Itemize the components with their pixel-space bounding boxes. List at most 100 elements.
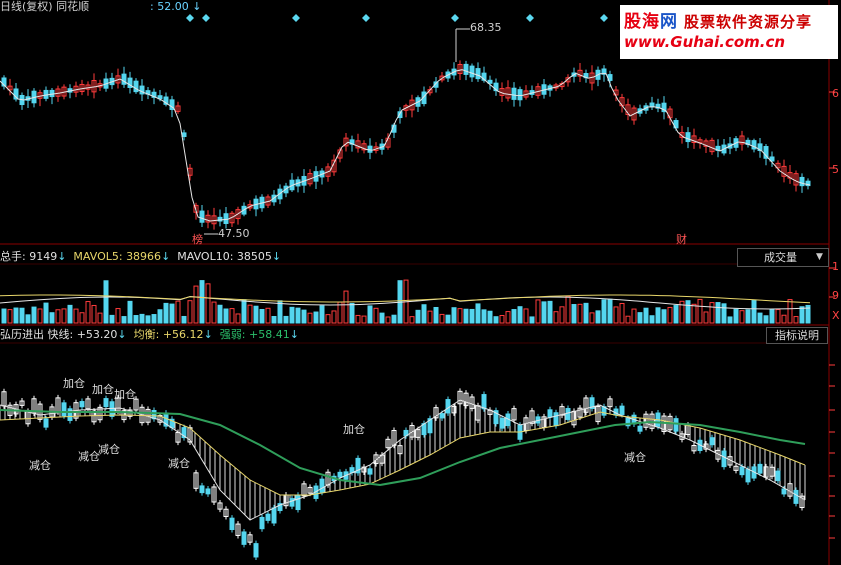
- signal-diamond: [600, 14, 608, 22]
- volume-bar: [793, 316, 799, 324]
- volume-bar: [271, 316, 277, 324]
- price-candle: [133, 80, 139, 93]
- volume-bar: [91, 304, 97, 324]
- indicator-candle: [319, 478, 325, 493]
- volume-bar: [115, 308, 121, 324]
- volume-bar: [493, 316, 499, 324]
- indicator-candle: [757, 463, 763, 474]
- volume-bar: [391, 314, 397, 324]
- volume-bar: [259, 308, 265, 324]
- volume-label: 总手:: [0, 250, 30, 263]
- volume-bar: [127, 300, 133, 324]
- signal-diamond: [292, 14, 300, 22]
- volume-bar: [61, 308, 67, 324]
- volume-bar: [325, 314, 331, 324]
- price-candle: [799, 176, 805, 187]
- volume-bar: [343, 290, 349, 324]
- volume-bar: [673, 305, 679, 324]
- indicator-help-button[interactable]: 指标说明: [766, 327, 828, 344]
- volume-bar: [283, 315, 289, 324]
- volume-bar: [319, 305, 325, 324]
- signal-add: 加仓: [343, 423, 365, 436]
- indicator-candle: [205, 488, 211, 495]
- fast-line-label: 快线:: [47, 328, 77, 341]
- volume-bar: [427, 310, 433, 324]
- price-candle: [517, 89, 523, 101]
- indicator-candle: [289, 498, 295, 507]
- indicator-candle: [793, 489, 799, 504]
- indicator-candle: [481, 394, 487, 410]
- volume-bar: [619, 302, 625, 324]
- down-arrow-icon: ↓: [271, 250, 282, 263]
- volume-bar: [739, 310, 745, 324]
- strength-line-label: 强弱:: [219, 328, 249, 341]
- volume-bar: [235, 313, 241, 324]
- volume-bar: [1, 308, 7, 324]
- indicator-candle: [673, 418, 679, 432]
- volume-bar: [643, 307, 649, 324]
- volume-bar: [595, 310, 601, 324]
- signal-add: 加仓: [114, 388, 136, 401]
- indicator-candle: [295, 494, 301, 511]
- indicator-candle: [739, 466, 745, 476]
- volume-bar: [667, 306, 673, 324]
- signal-diamond: [451, 14, 459, 22]
- indicator-candle: [367, 468, 373, 475]
- mavol5-label: MAVOL5:: [73, 250, 127, 263]
- volume-bar: [13, 307, 19, 324]
- chart-canvas[interactable]: [0, 0, 841, 565]
- volume-bar: [433, 306, 439, 324]
- indicator-candle: [199, 485, 205, 494]
- indicator-candle: [619, 405, 625, 415]
- volume-bar: [751, 299, 757, 324]
- price-candle: [199, 210, 205, 223]
- mavol10-label: MAVOL10:: [177, 250, 237, 263]
- volume-bar: [487, 310, 493, 324]
- volume-bar: [547, 300, 553, 324]
- volume-bar: [457, 308, 463, 324]
- volume-bar: [349, 302, 355, 324]
- price-value: : 52.00: [150, 0, 189, 13]
- indicator-candle: [259, 516, 265, 530]
- volume-bar: [745, 309, 751, 324]
- volume-bar: [193, 285, 199, 324]
- indicator-candles: [1, 388, 805, 560]
- event-tag-left[interactable]: 榜: [192, 231, 203, 247]
- volume-bar: [73, 308, 79, 324]
- indicator-name: 弘历进出: [0, 328, 44, 341]
- volume-bar: [655, 307, 661, 324]
- indicator-candle: [229, 517, 235, 531]
- volume-bar: [775, 309, 781, 324]
- volume-bar: [409, 316, 415, 324]
- volume-bar: [145, 315, 151, 324]
- volume-bar: [169, 303, 175, 324]
- volume-bar: [463, 308, 469, 324]
- price-candle: [511, 87, 517, 100]
- signal-diamond: [186, 14, 194, 22]
- event-tag-right[interactable]: 财: [676, 231, 687, 247]
- indicator-candle: [67, 408, 73, 421]
- volume-bar: [79, 312, 85, 324]
- indicator-selector[interactable]: 成交量 ▼: [737, 248, 829, 267]
- price-readout: : 52.00 ↓: [150, 0, 201, 14]
- volume-legend: 总手: 9149↓ MAVOL5: 38966↓ MAVOL10: 38505↓: [0, 250, 281, 264]
- indicator-candle: [61, 402, 67, 417]
- down-arrow-icon: ↓: [57, 250, 67, 263]
- volume-bar: [475, 303, 481, 324]
- volume-bar: [85, 301, 91, 324]
- down-arrow-icon: ↓: [117, 328, 127, 341]
- volume-bar: [613, 306, 619, 324]
- signal-reduce: 减仓: [98, 443, 120, 456]
- volume-bar: [301, 309, 307, 324]
- volume-bar: [421, 304, 427, 324]
- volume-bar: [469, 308, 475, 324]
- strength-line-value: +58.41: [248, 328, 290, 341]
- volume-bar: [163, 302, 169, 324]
- volume-bar: [757, 312, 763, 324]
- signal-reduce: 减仓: [624, 451, 646, 464]
- indicator-selector-value: 成交量: [764, 251, 797, 264]
- volume-bar: [781, 314, 787, 324]
- volume-bar: [121, 316, 127, 324]
- indicator-candle: [439, 413, 445, 419]
- volume-bar: [181, 315, 187, 324]
